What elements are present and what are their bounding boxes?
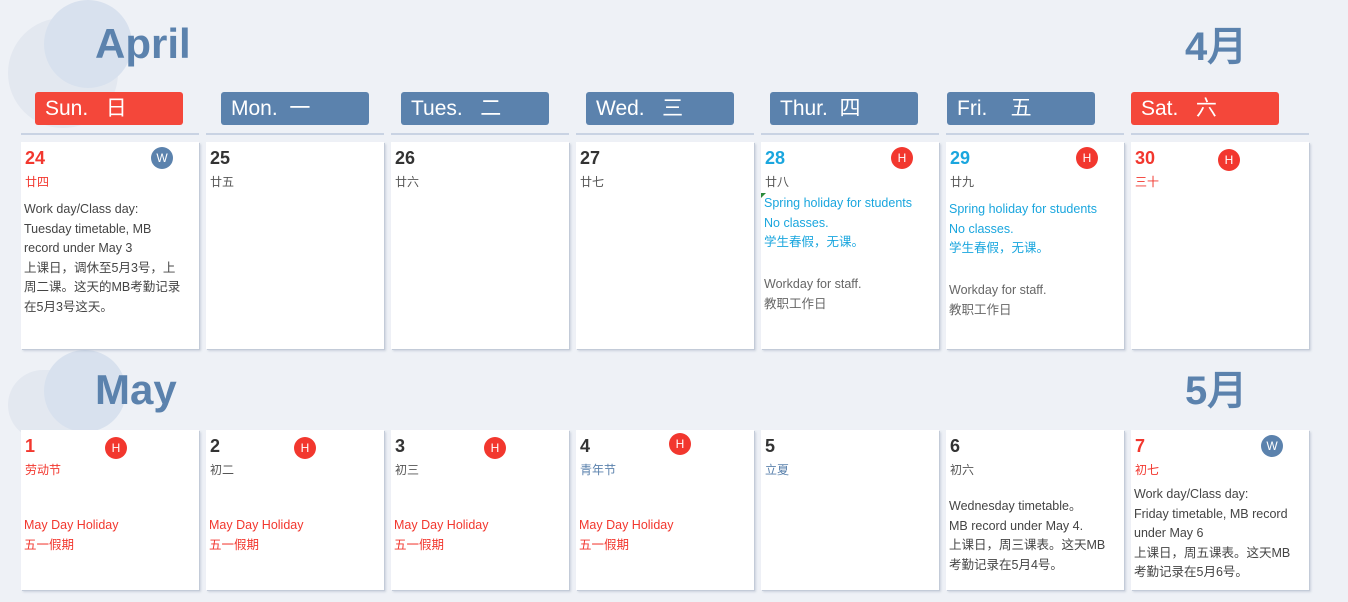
lunar-date: 初二 — [210, 463, 235, 477]
day-cell-may-5[interactable]: 5 立夏 — [761, 430, 939, 590]
weekday-header-fri: Fri. 五 — [947, 92, 1095, 125]
lunar-date: 廿五 — [210, 175, 235, 189]
day-number: 5 — [765, 436, 776, 456]
lunar-date: 廿九 — [950, 175, 975, 189]
lunar-date: 廿七 — [580, 175, 605, 189]
day-note: Work day/Class day: Friday timetable, MB… — [1134, 487, 1291, 579]
day-note: Work day/Class day: Tuesday timetable, M… — [24, 202, 181, 314]
holiday-badge-icon: H — [1076, 147, 1098, 169]
workday-badge-icon: W — [1261, 435, 1283, 457]
weekday-header-thu: Thur. 四 — [770, 92, 918, 125]
day-cell-may-1[interactable]: 1 H 劳动节 May Day Holiday 五一假期 — [21, 430, 199, 590]
day-number: 3 — [395, 436, 406, 456]
lunar-date: 劳动节 — [25, 463, 62, 477]
day-number: 28 — [765, 148, 786, 168]
holiday-badge-icon: H — [294, 437, 316, 459]
day-note-holiday: Spring holiday for students No classes. … — [764, 196, 913, 249]
header-divider — [391, 133, 569, 135]
day-number: 6 — [950, 436, 961, 456]
day-note-holiday: May Day Holiday 五一假期 — [579, 518, 674, 552]
day-cell-apr-24[interactable]: 24 W 廿四 Work day/Class day: Tuesday time… — [21, 142, 199, 349]
day-number: 2 — [210, 436, 221, 456]
day-note-staff: Workday for staff. 教职工作日 — [949, 283, 1047, 317]
day-cell-may-7[interactable]: 7 W 初七 Work day/Class day: Friday timeta… — [1131, 430, 1309, 590]
month-title-may: May — [95, 366, 177, 413]
day-number: 29 — [950, 148, 971, 168]
day-note-holiday: May Day Holiday 五一假期 — [394, 518, 489, 552]
day-number: 26 — [395, 148, 416, 168]
lunar-date: 初七 — [1135, 463, 1160, 477]
weekday-header-tue: Tues. 二 — [401, 92, 549, 125]
holiday-badge-icon: H — [891, 147, 913, 169]
day-note-holiday: May Day Holiday 五一假期 — [209, 518, 304, 552]
lunar-date: 廿八 — [765, 175, 790, 189]
day-note-holiday: May Day Holiday 五一假期 — [24, 518, 119, 552]
lunar-date: 初六 — [950, 463, 975, 477]
header-divider — [1131, 133, 1309, 135]
day-cell-apr-29[interactable]: 29 H 廿九 Spring holiday for students No c… — [946, 142, 1124, 349]
month-cn-may: 5月 — [1185, 369, 1248, 413]
day-number: 25 — [210, 148, 231, 168]
header-divider — [21, 133, 199, 135]
day-number: 7 — [1135, 436, 1146, 456]
day-number: 4 — [580, 436, 591, 456]
day-cell-apr-27[interactable]: 27 廿七 — [576, 142, 754, 349]
weekday-header-sun: Sun. 日 — [35, 92, 183, 125]
holiday-badge-icon: H — [669, 433, 691, 455]
lunar-date: 廿四 — [25, 175, 50, 189]
weekday-header-mon: Mon. 一 — [221, 92, 369, 125]
header-divider — [946, 133, 1124, 135]
day-number: 1 — [25, 436, 36, 456]
month-title-april: April — [95, 20, 191, 67]
header-divider — [761, 133, 939, 135]
lunar-date: 廿六 — [395, 175, 420, 189]
day-number: 27 — [580, 148, 601, 168]
weekday-header-wed: Wed. 三 — [586, 92, 734, 125]
day-cell-apr-30[interactable]: 30 H 三十 — [1131, 142, 1309, 349]
lunar-date: 立夏 — [765, 463, 790, 477]
lunar-date: 青年节 — [580, 463, 617, 477]
holiday-badge-icon: H — [105, 437, 127, 459]
header-divider — [206, 133, 384, 135]
month-cn-april: 4月 — [1185, 25, 1248, 69]
day-number: 30 — [1135, 148, 1156, 168]
day-cell-may-6[interactable]: 6 初六 Wednesday timetable。 MB record unde… — [946, 430, 1124, 590]
workday-badge-icon: W — [151, 147, 173, 169]
day-cell-may-4[interactable]: 4 H 青年节 May Day Holiday 五一假期 — [576, 430, 754, 590]
header-divider — [576, 133, 754, 135]
holiday-badge-icon: H — [484, 437, 506, 459]
day-cell-apr-28[interactable]: 28 H 廿八 Spring holiday for students No c… — [761, 142, 939, 349]
day-cell-apr-26[interactable]: 26 廿六 — [391, 142, 569, 349]
day-note-staff: Workday for staff. 教职工作日 — [764, 277, 862, 311]
day-number: 24 — [25, 148, 46, 168]
day-cell-may-3[interactable]: 3 H 初三 May Day Holiday 五一假期 — [391, 430, 569, 590]
holiday-badge-icon: H — [1218, 149, 1240, 171]
lunar-date: 三十 — [1135, 175, 1160, 189]
day-cell-apr-25[interactable]: 25 廿五 — [206, 142, 384, 349]
lunar-date: 初三 — [395, 463, 420, 477]
day-cell-may-2[interactable]: 2 H 初二 May Day Holiday 五一假期 — [206, 430, 384, 590]
day-note: Wednesday timetable。 MB record under May… — [949, 499, 1106, 572]
day-note-holiday: Spring holiday for students No classes. … — [949, 202, 1098, 255]
weekday-header-sat: Sat. 六 — [1131, 92, 1279, 125]
